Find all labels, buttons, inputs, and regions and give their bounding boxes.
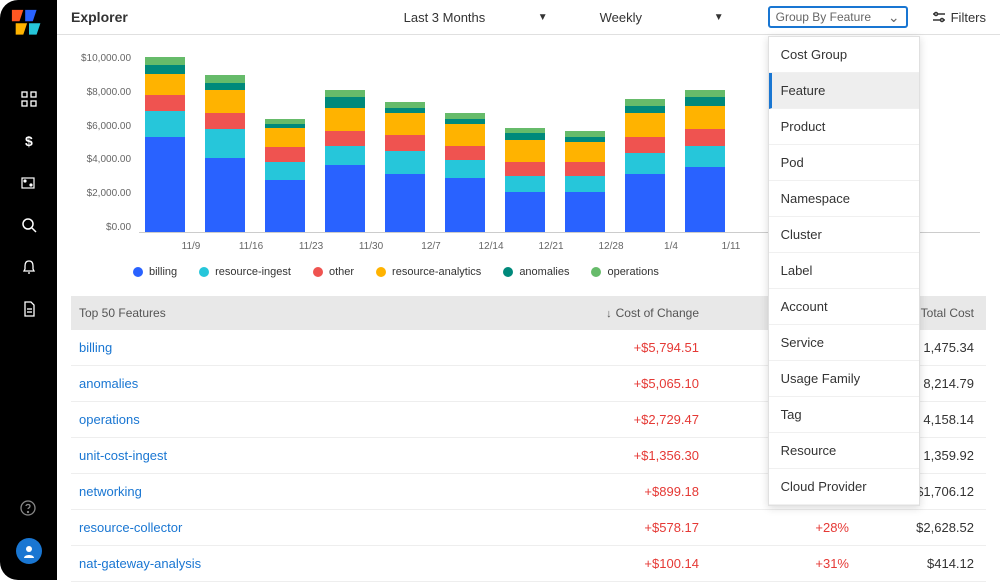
- svg-text:$: $: [25, 133, 33, 149]
- col-feature-name: Top 50 Features: [79, 306, 489, 320]
- dropdown-item[interactable]: Service: [769, 325, 919, 361]
- period-label: Weekly: [600, 10, 642, 25]
- feature-link[interactable]: operations: [79, 412, 489, 427]
- feature-link[interactable]: resource-collector: [79, 520, 489, 535]
- dropdown-item[interactable]: Pod: [769, 145, 919, 181]
- chart-bar[interactable]: [145, 57, 185, 232]
- filters-button[interactable]: Filters: [932, 10, 986, 25]
- dropdown-item[interactable]: Namespace: [769, 181, 919, 217]
- dropdown-item[interactable]: Cloud Provider: [769, 469, 919, 505]
- sidebar: $: [0, 0, 57, 580]
- legend-item[interactable]: operations: [591, 266, 658, 278]
- feature-link[interactable]: networking: [79, 484, 489, 499]
- help-icon[interactable]: [20, 500, 38, 518]
- filter-icon: [932, 10, 946, 24]
- filters-label: Filters: [951, 10, 986, 25]
- sort-arrow-down-icon: ↓: [606, 308, 612, 320]
- legend-item[interactable]: other: [313, 266, 354, 278]
- table-row: nat-gateway-analysis+$100.14+31%$414.12: [71, 546, 986, 582]
- table-row: resource-collector+$578.17+28%$2,628.52: [71, 510, 986, 546]
- bell-icon[interactable]: [20, 258, 38, 276]
- chevron-down-icon: ⌄: [888, 10, 900, 24]
- chart-yaxis: $10,000.00$8,000.00$6,000.00$4,000.00$2,…: [81, 53, 139, 233]
- chart-bar[interactable]: [325, 90, 365, 232]
- document-icon[interactable]: [20, 300, 38, 318]
- col-cost-change[interactable]: ↓Cost of Change: [489, 306, 699, 320]
- dropdown-item[interactable]: Usage Family: [769, 361, 919, 397]
- time-range-selector[interactable]: Last 3 Months ▼: [396, 7, 556, 28]
- legend-item[interactable]: anomalies: [503, 266, 569, 278]
- legend-item[interactable]: resource-analytics: [376, 266, 481, 278]
- dashboard-icon[interactable]: [20, 90, 38, 108]
- period-selector[interactable]: Weekly ▼: [592, 7, 732, 28]
- search-icon[interactable]: [20, 216, 38, 234]
- chart-bar[interactable]: [205, 75, 245, 232]
- dropdown-item[interactable]: Feature: [769, 73, 919, 109]
- legend-item[interactable]: resource-ingest: [199, 266, 291, 278]
- feature-link[interactable]: nat-gateway-analysis: [79, 556, 489, 571]
- avatar[interactable]: [16, 538, 42, 564]
- chart-bar[interactable]: [565, 131, 605, 232]
- topbar: Explorer Last 3 Months ▼ Weekly ▼ Group …: [57, 0, 1000, 35]
- explorer-icon[interactable]: [20, 174, 38, 192]
- groupby-selector[interactable]: Group By Feature ⌄: [768, 6, 908, 28]
- dropdown-item[interactable]: Label: [769, 253, 919, 289]
- chart-bar[interactable]: [685, 90, 725, 232]
- dropdown-item[interactable]: Product: [769, 109, 919, 145]
- groupby-label: Group By Feature: [776, 10, 871, 24]
- feature-link[interactable]: anomalies: [79, 376, 489, 391]
- groupby-dropdown: Cost GroupFeatureProductPodNamespaceClus…: [768, 36, 920, 506]
- chart-bar[interactable]: [385, 102, 425, 232]
- time-range-label: Last 3 Months: [404, 10, 486, 25]
- caret-down-icon: ▼: [714, 12, 724, 23]
- dropdown-item[interactable]: Cost Group: [769, 37, 919, 73]
- app-logo: [10, 8, 48, 38]
- dropdown-item[interactable]: Tag: [769, 397, 919, 433]
- feature-link[interactable]: unit-cost-ingest: [79, 448, 489, 463]
- caret-down-icon: ▼: [538, 12, 548, 23]
- dropdown-item[interactable]: Resource: [769, 433, 919, 469]
- chart-bar[interactable]: [505, 128, 545, 232]
- dropdown-item[interactable]: Cluster: [769, 217, 919, 253]
- main-content: Explorer Last 3 Months ▼ Weekly ▼ Group …: [57, 0, 1000, 580]
- cost-icon[interactable]: $: [20, 132, 38, 150]
- dropdown-item[interactable]: Account: [769, 289, 919, 325]
- legend-item[interactable]: billing: [133, 266, 177, 278]
- page-title: Explorer: [71, 9, 128, 25]
- chart-bar[interactable]: [265, 119, 305, 232]
- chart-bar[interactable]: [625, 99, 665, 232]
- feature-link[interactable]: billing: [79, 340, 489, 355]
- chart-bar[interactable]: [445, 113, 485, 232]
